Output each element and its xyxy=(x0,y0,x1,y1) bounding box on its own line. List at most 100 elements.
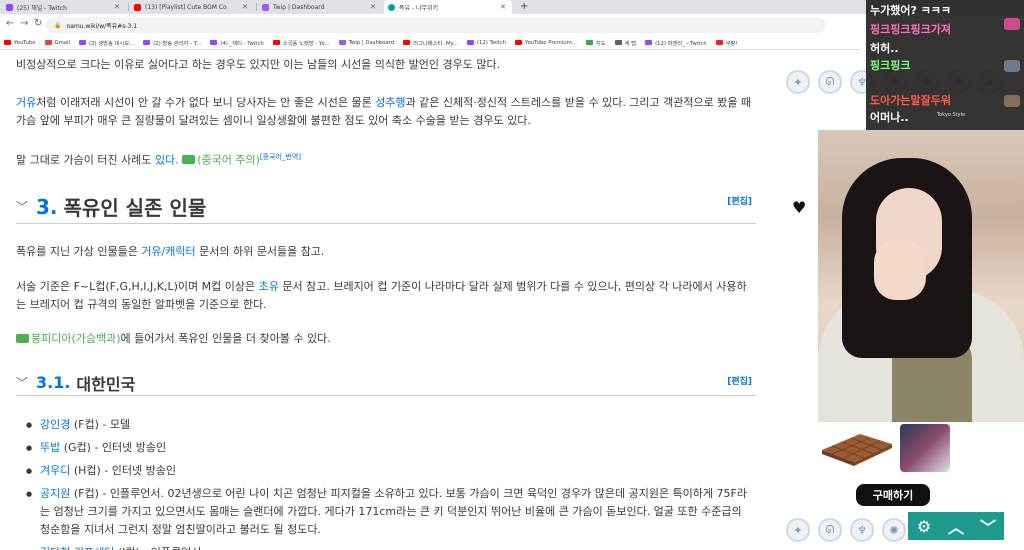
edit-link[interactable]: [편집] xyxy=(727,194,752,207)
bookmark-item[interactable]: 쿠팡! xyxy=(715,39,738,47)
emote-icon[interactable]: ᘏ xyxy=(818,518,842,542)
bookmark-icon xyxy=(585,40,593,45)
tab-twitch-channel[interactable]: (25) 채널 - Twitch ✕ xyxy=(2,0,126,14)
bookmark-label: (2) 방송 관리자 - T... xyxy=(153,40,202,47)
external-link-icon xyxy=(182,155,196,165)
forward-icon[interactable]: → xyxy=(20,18,28,29)
person-link[interactable]: 뚜밥 xyxy=(40,441,60,454)
article-content: 비정상적으로 크다는 이유로 싫어다고 하는 경우도 있지만 이는 남들의 시선… xyxy=(0,50,770,550)
bookmark-item[interactable]: (12) 마젠타_ - Twitch xyxy=(645,39,707,47)
tab-title: (13) [Playlist] Cute BGM Co xyxy=(145,3,227,11)
paragraph: 서술 기준은 F~L컵(F,G,H,I,J,K,L)이며 M컵 이상은 초유 문… xyxy=(16,280,747,311)
bookmark-item[interactable]: (2) 생방송 대시보... xyxy=(79,39,134,47)
bookmark-icon xyxy=(143,40,151,45)
chat-message: 허허.. xyxy=(870,42,899,55)
settings-button[interactable]: ⚙ xyxy=(908,512,940,540)
bookmark-item[interactable]: 러그나페스타 -My... xyxy=(403,39,458,47)
emote-row-bottom: ✦ ᘏ ♆ ✺ xyxy=(786,518,906,542)
tab-title: Twip | Dashboard xyxy=(273,3,325,11)
emote-icon[interactable]: ✺ xyxy=(882,518,906,542)
close-icon[interactable]: ✕ xyxy=(500,3,506,11)
close-icon[interactable]: ✕ xyxy=(242,3,248,11)
chevron-down-icon[interactable]: ﹀ xyxy=(16,374,36,391)
tab-youtube-playlist[interactable]: (13) [Playlist] Cute BGM Co ✕ xyxy=(130,0,254,14)
bookmarks-bar: YouTube Gmail (2) 생방송 대시보... (2) 방송 관리자 - T… xyxy=(0,36,860,50)
new-tab-button[interactable]: + xyxy=(520,0,528,14)
bookmark-item[interactable]: 새 탭 xyxy=(614,39,636,47)
bookmark-item[interactable]: (4) _채티 - Twitch xyxy=(210,39,264,47)
bookmark-icon xyxy=(715,40,723,45)
bookmark-icon xyxy=(466,40,474,45)
chat-message: 어머나.. xyxy=(870,111,909,124)
bookmark-label: (12) Twitch xyxy=(476,39,507,46)
person-link[interactable]: 겨우디 xyxy=(40,464,70,477)
close-icon[interactable]: ✕ xyxy=(114,3,120,11)
paragraph: 거유처럼 이래저래 시선이 안 갈 수가 없다 보니 당사자는 안 좋은 시선은… xyxy=(16,96,752,127)
address-bar[interactable]: 🔒 namu.wiki/w/폭유#s-3.1 xyxy=(46,17,826,33)
lock-icon: 🔒 xyxy=(54,21,62,29)
tab-namuwiki[interactable]: 폭유 - 나무위키 ✕ xyxy=(384,0,512,14)
bookmark-icon xyxy=(614,40,622,45)
emote-icon[interactable]: ✦ xyxy=(786,518,810,542)
bookmark-label: Twip | Dashboard xyxy=(348,39,395,46)
bookmark-item[interactable]: YouTube xyxy=(4,40,36,46)
bookmark-item[interactable]: (2) 방송 관리자 - T... xyxy=(143,39,201,47)
link-exists[interactable]: 있다. xyxy=(155,154,179,167)
external-link-icon xyxy=(16,333,29,343)
bookmark-icon xyxy=(338,40,346,45)
bookmark-label: YouTube xyxy=(14,39,36,46)
emote-icon[interactable]: ♆ xyxy=(850,518,874,542)
bookmark-icon xyxy=(4,40,11,45)
emote-icon[interactable]: ᘏ xyxy=(818,70,842,94)
bookmark-item[interactable]: (12) Twitch xyxy=(466,39,507,46)
chevron-down-icon[interactable]: ﹀ xyxy=(16,198,36,215)
chat-avatar xyxy=(1004,18,1020,30)
reload-icon[interactable]: ↻ xyxy=(34,18,42,29)
link-geoyu-character[interactable]: 거유/캐릭터 xyxy=(141,245,195,258)
namuwiki-icon xyxy=(388,3,395,11)
section-title: 대한민국 xyxy=(76,374,136,394)
section-number-link[interactable]: 3. xyxy=(36,195,58,219)
chocolate-bar-image xyxy=(822,434,892,466)
section-number-link[interactable]: 3.1. xyxy=(36,373,70,392)
scroll-up-button[interactable]: ︿ xyxy=(940,512,972,540)
link-geoyu[interactable]: 거유 xyxy=(16,96,36,109)
bookmark-label: 소국동 노래방 - Yo... xyxy=(282,40,330,47)
bookmark-label: (12) 마젠타_ - Twitch xyxy=(655,40,707,47)
close-icon[interactable]: ✕ xyxy=(370,3,376,11)
bookmark-label: 쿠팡! xyxy=(725,40,738,47)
bookmark-item[interactable]: 지도 xyxy=(585,39,606,47)
chat-message: 핑크핑크 xyxy=(870,59,911,72)
bookmark-item[interactable]: Gmail xyxy=(44,40,70,46)
heart-icon: ♥ xyxy=(792,198,807,217)
tab-twip-dashboard[interactable]: Twip | Dashboard ✕ xyxy=(258,0,382,14)
bookmark-icon xyxy=(272,40,280,45)
person-link[interactable]: 공지원 xyxy=(40,487,70,500)
scroll-down-button[interactable]: ﹀ xyxy=(972,512,1004,540)
person-link[interactable]: 김다현 리프세터 xyxy=(40,546,114,550)
chat-avatar xyxy=(1004,60,1020,72)
buy-button[interactable]: 구매하기 xyxy=(856,484,930,506)
bookmark-label: (4) _채티 - Twitch xyxy=(220,40,264,47)
list-item: 공지원 (F컵) - 인플루언서. 02년생으로 어린 나이 치곤 엄청난 피지… xyxy=(24,485,754,539)
back-icon[interactable]: ← xyxy=(6,18,14,29)
link-sexual-harassment[interactable]: 성추행 xyxy=(375,96,405,109)
bookmark-item[interactable]: 소국동 노래방 - Yo... xyxy=(272,39,330,47)
tab-title: (25) 채널 - Twitch xyxy=(17,4,67,12)
external-link-bungpedia[interactable]: 붕피디아(가슴백과) xyxy=(31,332,121,345)
list-item: 겨우디 (H컵) - 인터넷 방송인 xyxy=(24,462,754,480)
link-choyu[interactable]: 초유 xyxy=(259,280,279,293)
bookmark-item[interactable]: Twip | Dashboard xyxy=(338,39,395,46)
external-link-chinese[interactable]: (중국어 주의) xyxy=(197,154,260,167)
emote-icon[interactable]: ✦ xyxy=(786,70,810,94)
tab-title: 폭유 - 나무위키 xyxy=(399,4,439,12)
bookmark-icon xyxy=(44,40,52,45)
section-heading-3: ﹀ 3. 폭유인 실존 인물 [편집] xyxy=(16,190,756,224)
footnote-chinese-translation[interactable]: [중국어_번역] xyxy=(260,153,301,161)
twip-icon xyxy=(262,3,269,11)
bookmark-label: 러그나페스타 -My... xyxy=(413,40,458,47)
edit-link[interactable]: [편집] xyxy=(727,374,752,387)
bookmark-item[interactable]: YouTube Premium... xyxy=(515,40,577,46)
person-link[interactable]: 강인경 xyxy=(40,418,70,431)
list-item: 강인경 (F컵) - 모델 xyxy=(24,416,754,434)
